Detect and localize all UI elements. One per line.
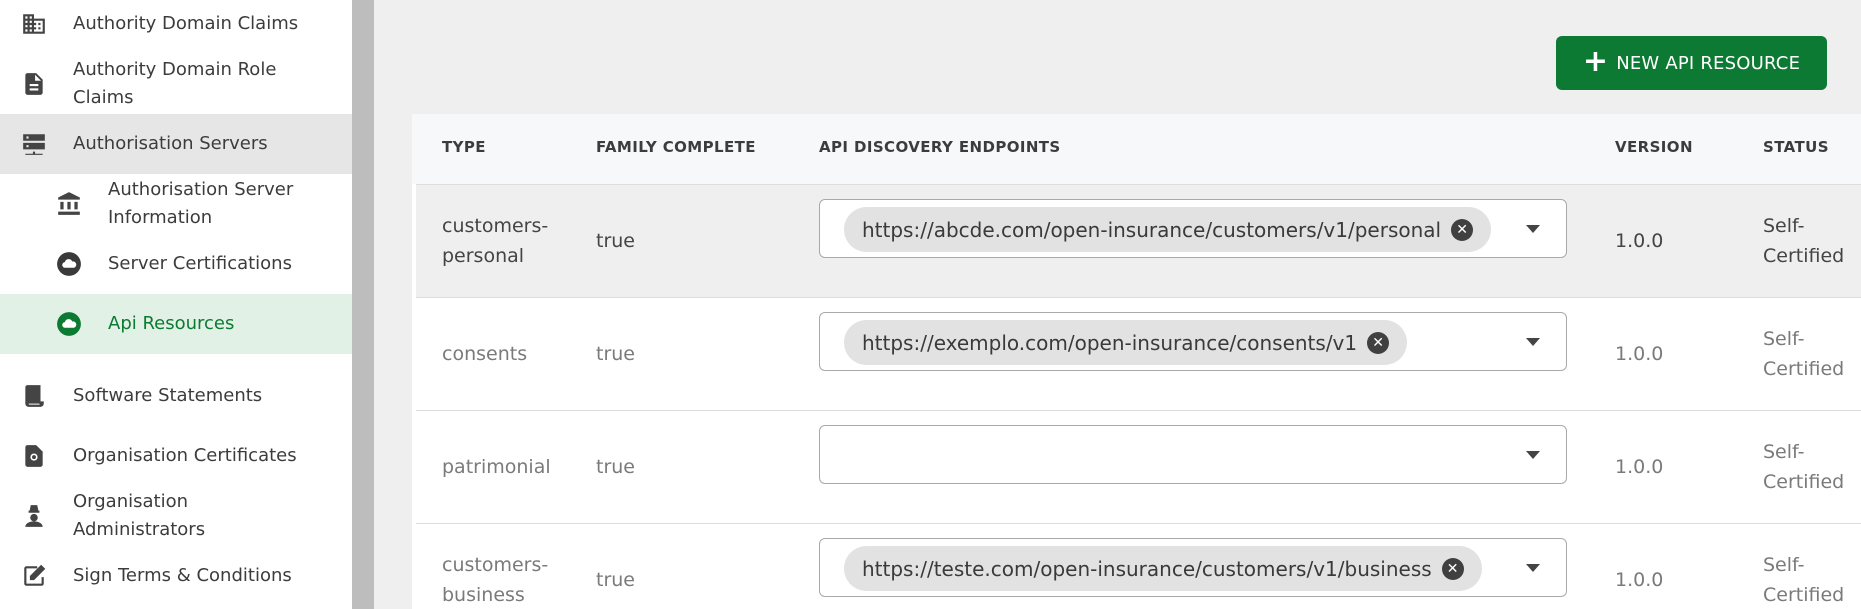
new-api-resource-label: NEW API RESOURCE bbox=[1616, 52, 1801, 74]
status-cell: Self-Certified bbox=[1763, 328, 1845, 380]
close-icon[interactable]: ✕ bbox=[1441, 557, 1464, 580]
column-header-family-complete[interactable]: FAMILY COMPLETE bbox=[596, 138, 756, 156]
family-complete-cell: true bbox=[596, 230, 635, 252]
statement-icon bbox=[20, 382, 48, 410]
sidebar-item-label: Software Statements bbox=[73, 385, 263, 406]
server-icon bbox=[20, 130, 48, 158]
cloud-icon bbox=[55, 310, 83, 338]
column-header-status[interactable]: STATUS bbox=[1763, 138, 1829, 156]
version-cell: 1.0.0 bbox=[1615, 569, 1664, 591]
close-icon[interactable]: ✕ bbox=[1367, 331, 1390, 354]
sidebar-item-label: Organisation Administrators bbox=[73, 491, 206, 540]
table-row[interactable]: patrimonial true 1.0.0 Self-Certified bbox=[416, 410, 1861, 523]
status-cell: Self-Certified bbox=[1763, 215, 1845, 267]
sidebar-item-label: Authority Domain Role Claims bbox=[73, 59, 277, 108]
status-cell: Self-Certified bbox=[1763, 441, 1845, 493]
sidebar-item-label: Authorisation Servers bbox=[73, 133, 268, 154]
close-icon[interactable]: ✕ bbox=[1451, 218, 1474, 241]
table-header: TYPE FAMILY COMPLETE API DISCOVERY ENDPO… bbox=[412, 114, 1861, 184]
bank-icon bbox=[55, 190, 83, 218]
api-discovery-endpoints-select[interactable]: https://exemplo.com/open-insurance/conse… bbox=[819, 312, 1567, 371]
sidebar: Authority Domain Claims Authority Domain… bbox=[0, 0, 352, 609]
api-discovery-endpoints-select[interactable]: https://teste.com/open-insurance/custome… bbox=[819, 538, 1567, 597]
family-complete-cell: true bbox=[596, 456, 635, 478]
sidebar-item-software-statements[interactable]: Software Statements bbox=[0, 380, 352, 412]
sidebar-item-api-resources[interactable]: Api Resources bbox=[0, 294, 352, 354]
sign-icon bbox=[20, 562, 48, 590]
api-discovery-endpoints-select[interactable] bbox=[819, 425, 1567, 484]
endpoint-chip-label: https://teste.com/open-insurance/custome… bbox=[862, 556, 1432, 581]
family-complete-cell: true bbox=[596, 343, 635, 365]
type-cell: customers-business bbox=[442, 554, 549, 606]
api-resources-table: TYPE FAMILY COMPLETE API DISCOVERY ENDPO… bbox=[412, 114, 1861, 609]
endpoint-chip-label: https://abcde.com/open-insurance/custome… bbox=[862, 217, 1442, 242]
sidebar-item-label: Sign Terms & Conditions bbox=[73, 565, 292, 586]
column-header-api-discovery-endpoints[interactable]: API DISCOVERY ENDPOINTS bbox=[819, 138, 1061, 156]
table-row[interactable]: customers-personal true https://abcde.co… bbox=[416, 184, 1861, 297]
building-icon bbox=[20, 10, 48, 38]
sidebar-divider[interactable] bbox=[352, 0, 374, 609]
api-discovery-endpoints-select[interactable]: https://abcde.com/open-insurance/custome… bbox=[819, 199, 1567, 258]
plus-icon: + bbox=[1582, 43, 1609, 79]
sidebar-item-authority-domain-claims[interactable]: Authority Domain Claims bbox=[0, 8, 352, 40]
sidebar-item-sign-terms-conditions[interactable]: Sign Terms & Conditions bbox=[0, 560, 352, 592]
admin-icon bbox=[20, 502, 48, 530]
type-cell: consents bbox=[442, 343, 528, 365]
table-row[interactable]: customers-business true https://teste.co… bbox=[416, 523, 1861, 609]
version-cell: 1.0.0 bbox=[1615, 343, 1664, 365]
endpoint-chip: https://teste.com/open-insurance/custome… bbox=[844, 546, 1482, 591]
sidebar-item-authority-domain-role-claims[interactable]: Authority Domain Role Claims bbox=[0, 54, 352, 114]
endpoint-chip: https://abcde.com/open-insurance/custome… bbox=[844, 207, 1492, 252]
column-header-version[interactable]: VERSION bbox=[1615, 138, 1693, 156]
type-cell: customers-personal bbox=[442, 215, 549, 267]
version-cell: 1.0.0 bbox=[1615, 456, 1664, 478]
document-icon bbox=[20, 70, 48, 98]
table-row[interactable]: consents true https://exemplo.com/open-i… bbox=[416, 297, 1861, 410]
chevron-down-icon[interactable] bbox=[1526, 225, 1540, 233]
chevron-down-icon[interactable] bbox=[1526, 564, 1540, 572]
certificate-icon bbox=[20, 442, 48, 470]
sidebar-item-label: Authority Domain Claims bbox=[73, 13, 299, 34]
sidebar-item-organisation-certificates[interactable]: Organisation Certificates bbox=[0, 440, 352, 472]
chevron-down-icon[interactable] bbox=[1526, 451, 1540, 459]
sidebar-item-label: Authorisation Server Information bbox=[108, 179, 294, 228]
sidebar-item-server-certifications[interactable]: Server Certifications bbox=[0, 248, 352, 280]
sidebar-item-organisation-administrators[interactable]: Organisation Administrators bbox=[0, 491, 352, 540]
cloud-icon bbox=[55, 250, 83, 278]
chevron-down-icon[interactable] bbox=[1526, 338, 1540, 346]
sidebar-item-label: Organisation Certificates bbox=[73, 445, 297, 466]
sidebar-item-authorisation-server-information[interactable]: Authorisation Server Information bbox=[0, 174, 352, 234]
endpoint-chip-label: https://exemplo.com/open-insurance/conse… bbox=[862, 330, 1358, 355]
type-cell: patrimonial bbox=[442, 456, 551, 478]
sidebar-item-label: Api Resources bbox=[108, 313, 235, 334]
status-cell: Self-Certified bbox=[1763, 554, 1845, 606]
family-complete-cell: true bbox=[596, 569, 635, 591]
column-header-type[interactable]: TYPE bbox=[442, 138, 486, 156]
new-api-resource-button[interactable]: + NEW API RESOURCE bbox=[1556, 36, 1827, 90]
endpoint-chip: https://exemplo.com/open-insurance/conse… bbox=[844, 320, 1408, 365]
sidebar-item-label: Server Certifications bbox=[108, 253, 292, 274]
version-cell: 1.0.0 bbox=[1615, 230, 1664, 252]
sidebar-item-authorisation-servers[interactable]: Authorisation Servers bbox=[0, 114, 352, 174]
